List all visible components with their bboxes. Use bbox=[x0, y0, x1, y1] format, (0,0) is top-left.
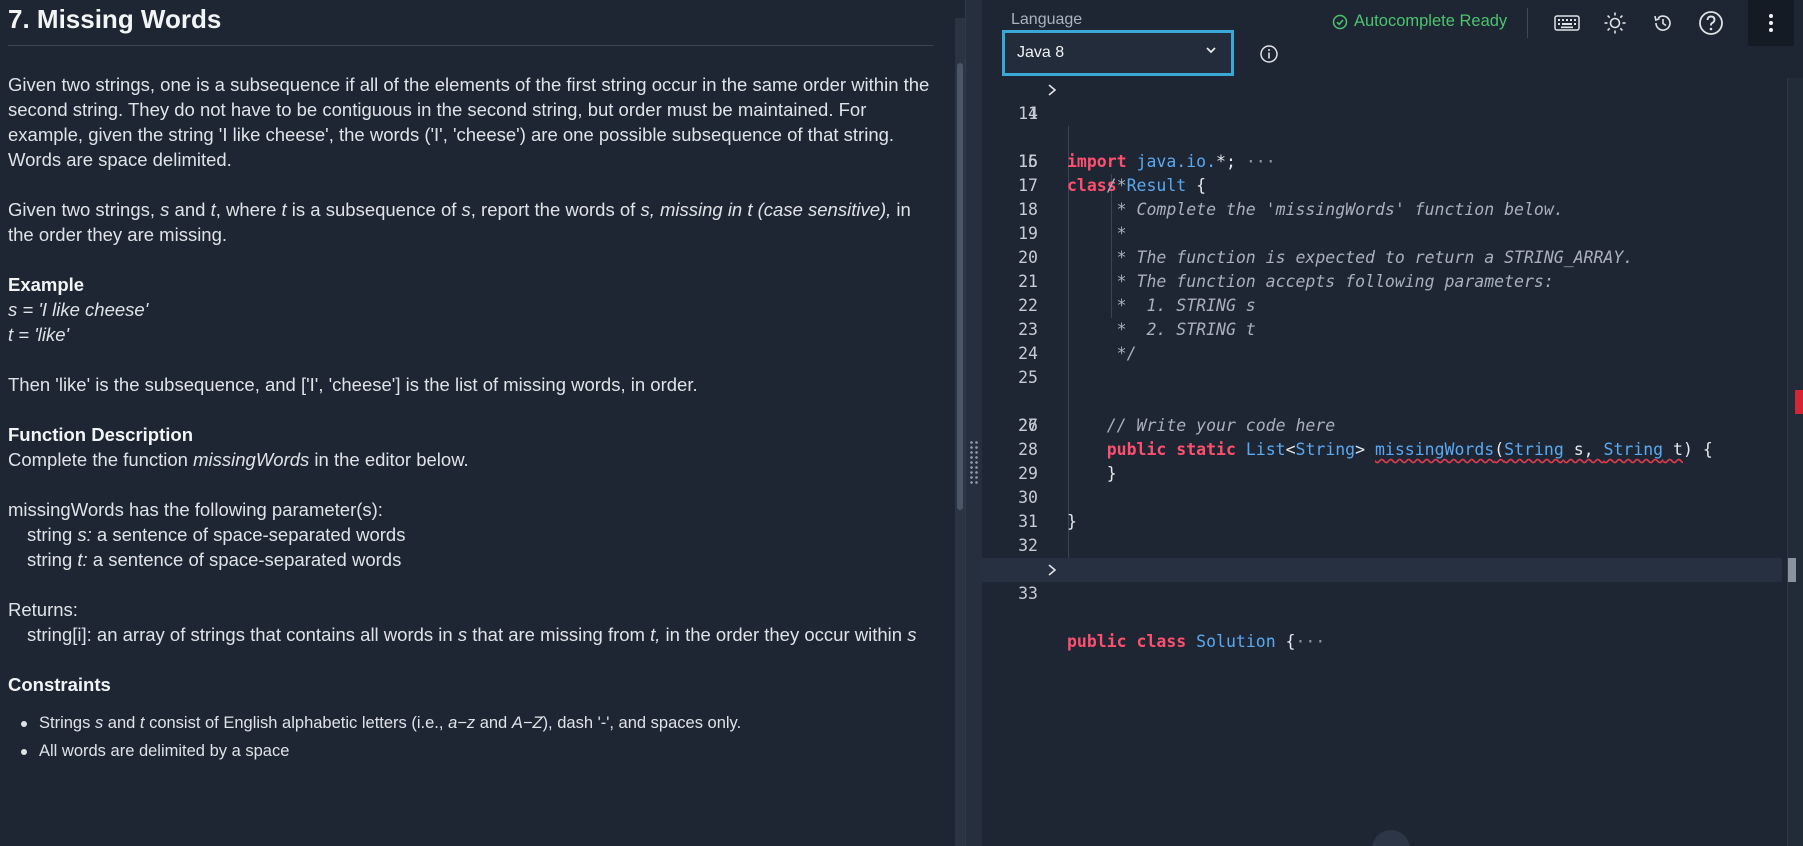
language-select[interactable]: Java 8 bbox=[1002, 30, 1234, 76]
history-icon bbox=[1654, 15, 1671, 31]
horizontal-scroll-handle[interactable] bbox=[1372, 830, 1410, 846]
code-line-21[interactable]: 21 * The function accepts following para… bbox=[982, 270, 1782, 294]
code-line-33[interactable]: 33 public class Solution {··· bbox=[982, 558, 1782, 651]
problem-statement: 7. Missing Words Given two strings, one … bbox=[8, 0, 933, 765]
language-label: Language bbox=[1011, 11, 1083, 28]
theme-toggle-button[interactable] bbox=[1600, 9, 1630, 37]
function-description-text: Complete the function missingWords in th… bbox=[8, 449, 469, 470]
returns-text: string[i]: an array of strings that cont… bbox=[27, 624, 917, 645]
chevron-down-icon bbox=[1206, 47, 1216, 54]
problem-title: 7. Missing Words bbox=[8, 4, 222, 34]
example-explanation: Then 'like' is the subsequence, and ['I'… bbox=[8, 374, 698, 395]
language-select-value: Java 8 bbox=[1017, 44, 1065, 61]
code-line-25[interactable]: 25 bbox=[982, 366, 1782, 390]
editor-scrollbar[interactable] bbox=[1787, 78, 1803, 846]
code-line-31[interactable]: 31} bbox=[982, 510, 1782, 534]
code-line-32[interactable]: 32 bbox=[982, 534, 1782, 558]
info-icon[interactable] bbox=[1259, 44, 1279, 64]
constraints-heading: Constraints bbox=[8, 674, 111, 695]
example-t: t = 'like' bbox=[8, 324, 70, 345]
autocomplete-status-text: Autocomplete Ready bbox=[1354, 12, 1508, 30]
more-options-button[interactable] bbox=[1748, 0, 1794, 46]
param-s: string s: a sentence of space-separated … bbox=[27, 524, 406, 545]
code-line-14[interactable]: 14 bbox=[982, 102, 1782, 126]
code-line-30[interactable]: 30 bbox=[982, 486, 1782, 510]
check-circle-icon bbox=[1332, 14, 1348, 29]
chevron-right-icon[interactable] bbox=[1047, 564, 1057, 576]
help-button[interactable] bbox=[1696, 9, 1726, 37]
keyboard-icon bbox=[1554, 15, 1580, 31]
parameters-section: missingWords has the following parameter… bbox=[8, 497, 933, 572]
code-line-17[interactable]: 17 /* bbox=[982, 174, 1782, 198]
problem-intro: Given two strings, one is a subsequence … bbox=[8, 74, 930, 170]
example-heading: Example bbox=[8, 274, 85, 295]
function-description-section: Function Description Complete the functi… bbox=[8, 422, 933, 472]
parameters-heading: missingWords has the following parameter… bbox=[8, 499, 383, 520]
code-line-19[interactable]: 19 * bbox=[982, 222, 1782, 246]
code-line-27[interactable]: 27 // Write your code here bbox=[982, 414, 1782, 438]
code-line-26[interactable]: 26 public static List<String> missingWor… bbox=[982, 390, 1782, 459]
problem-panel: 7. Missing Words Given two strings, one … bbox=[0, 0, 955, 846]
error-marker bbox=[1795, 390, 1803, 414]
history-button[interactable] bbox=[1648, 9, 1678, 37]
code-editor[interactable]: 1 import java.io.*; ··· 14 15 class Resu… bbox=[982, 78, 1803, 846]
keyboard-shortcuts-button[interactable] bbox=[1552, 9, 1582, 37]
problem-task: Given two strings, s and t, where t is a… bbox=[8, 199, 911, 245]
sun-icon bbox=[1604, 12, 1626, 34]
editor-panel: Language Java 8 Autocomplete Ready 1 imp… bbox=[982, 0, 1803, 846]
returns-heading: Returns: bbox=[8, 599, 78, 620]
code-line-23[interactable]: 23 * 2. STRING t bbox=[982, 318, 1782, 342]
code-line-1[interactable]: 1 import java.io.*; ··· bbox=[982, 78, 1782, 171]
more-vertical-icon bbox=[1769, 14, 1773, 32]
constraint-item: Strings s and t consist of English alpha… bbox=[8, 709, 933, 737]
returns-section: Returns: string[i]: an array of strings … bbox=[8, 597, 933, 647]
panel-resize-divider[interactable] bbox=[965, 0, 982, 846]
code-line-16[interactable]: 16 bbox=[982, 150, 1782, 174]
constraint-item: All words are delimited by a space bbox=[8, 737, 933, 765]
function-description-heading: Function Description bbox=[8, 424, 193, 445]
help-icon bbox=[1699, 11, 1723, 35]
chevron-right-icon[interactable] bbox=[1047, 84, 1057, 96]
autocomplete-status: Autocomplete Ready bbox=[1332, 12, 1507, 31]
problem-scrollbar-thumb[interactable] bbox=[957, 63, 963, 510]
cursor-marker bbox=[1788, 558, 1796, 582]
example-section: Example s = 'I like cheese' t = 'like' bbox=[8, 272, 933, 347]
code-line-29[interactable]: 29 } bbox=[982, 462, 1782, 486]
code-line-15[interactable]: 15 class Result { bbox=[982, 126, 1782, 195]
toolbar-divider bbox=[1527, 8, 1528, 38]
example-s: s = 'I like cheese' bbox=[8, 299, 149, 320]
code-lines[interactable]: 1 import java.io.*; ··· 14 15 class Resu… bbox=[982, 78, 1782, 651]
constraints-list: Strings s and t consist of English alpha… bbox=[8, 709, 933, 765]
code-line-22[interactable]: 22 * 1. STRING s bbox=[982, 294, 1782, 318]
code-line-18[interactable]: 18 * Complete the 'missingWords' functio… bbox=[982, 198, 1782, 222]
code-line-20[interactable]: 20 * The function is expected to return … bbox=[982, 246, 1782, 270]
drag-handle-icon[interactable] bbox=[969, 440, 979, 486]
code-line-28[interactable]: 28 bbox=[982, 438, 1782, 462]
param-t: string t: a sentence of space-separated … bbox=[27, 549, 402, 570]
code-line-24[interactable]: 24 */ bbox=[982, 342, 1782, 366]
title-divider bbox=[8, 45, 933, 46]
